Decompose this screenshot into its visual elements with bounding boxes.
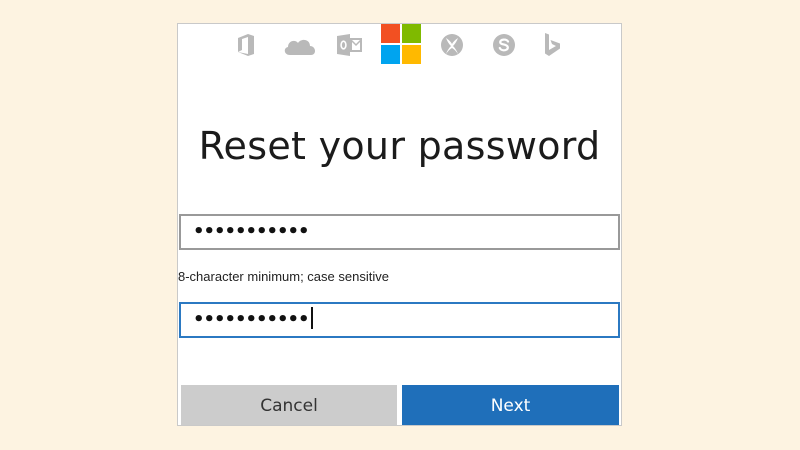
- skype-icon: [493, 34, 515, 56]
- new-password-field[interactable]: •••••••••••: [179, 214, 620, 250]
- brand-icon-row: [178, 24, 621, 68]
- bing-icon: [545, 33, 560, 56]
- confirm-password-value: •••••••••••: [193, 309, 310, 330]
- confirm-password-field[interactable]: •••••••••••: [179, 302, 620, 338]
- microsoft-logo: [381, 24, 421, 64]
- page-title: Reset your password: [198, 124, 601, 168]
- next-button[interactable]: Next: [402, 385, 619, 425]
- cancel-button[interactable]: Cancel: [181, 385, 397, 425]
- text-caret: [310, 307, 313, 329]
- outlook-icon: [337, 34, 362, 56]
- onedrive-icon: [284, 39, 316, 55]
- office-icon: [238, 34, 254, 56]
- reset-password-dialog: Reset your password ••••••••••• 8-charac…: [177, 23, 622, 426]
- xbox-icon: [441, 34, 463, 56]
- new-password-value: •••••••••••: [193, 221, 310, 242]
- password-hint: 8-character minimum; case sensitive: [178, 269, 389, 284]
